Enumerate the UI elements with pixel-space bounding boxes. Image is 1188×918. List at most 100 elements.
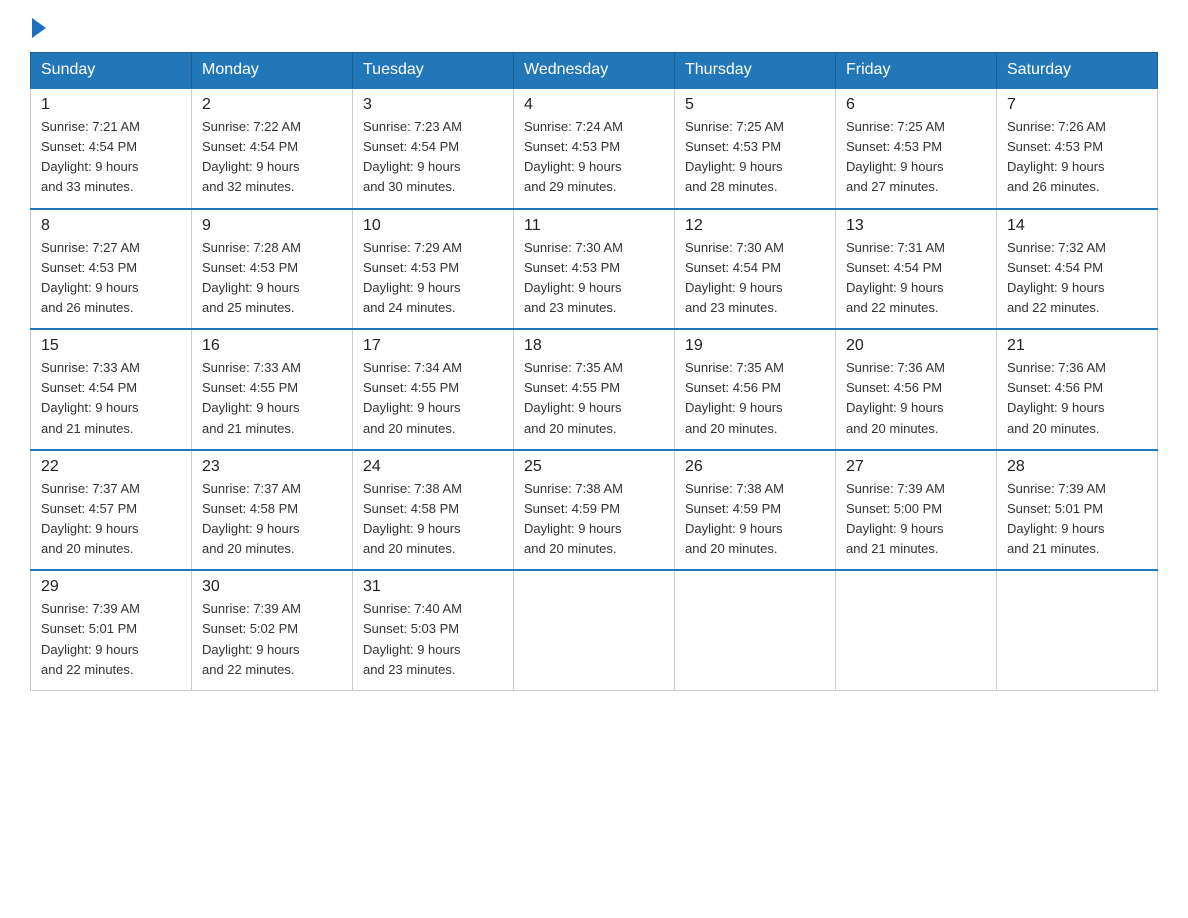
day-info: Sunrise: 7:25 AM Sunset: 4:53 PM Dayligh… <box>846 117 986 198</box>
day-number: 22 <box>41 458 181 476</box>
day-info: Sunrise: 7:32 AM Sunset: 4:54 PM Dayligh… <box>1007 238 1147 319</box>
calendar-cell: 28 Sunrise: 7:39 AM Sunset: 5:01 PM Dayl… <box>997 450 1158 571</box>
header-saturday: Saturday <box>997 53 1158 89</box>
day-number: 20 <box>846 337 986 355</box>
calendar-cell: 14 Sunrise: 7:32 AM Sunset: 4:54 PM Dayl… <box>997 209 1158 330</box>
calendar-cell: 29 Sunrise: 7:39 AM Sunset: 5:01 PM Dayl… <box>31 570 192 690</box>
logo-arrow-icon <box>32 18 46 38</box>
day-info: Sunrise: 7:35 AM Sunset: 4:55 PM Dayligh… <box>524 358 664 439</box>
calendar-cell: 9 Sunrise: 7:28 AM Sunset: 4:53 PM Dayli… <box>192 209 353 330</box>
calendar-cell <box>836 570 997 690</box>
header-thursday: Thursday <box>675 53 836 89</box>
day-info: Sunrise: 7:33 AM Sunset: 4:54 PM Dayligh… <box>41 358 181 439</box>
calendar-cell: 23 Sunrise: 7:37 AM Sunset: 4:58 PM Dayl… <box>192 450 353 571</box>
day-info: Sunrise: 7:33 AM Sunset: 4:55 PM Dayligh… <box>202 358 342 439</box>
day-number: 25 <box>524 458 664 476</box>
calendar-cell: 8 Sunrise: 7:27 AM Sunset: 4:53 PM Dayli… <box>31 209 192 330</box>
day-number: 21 <box>1007 337 1147 355</box>
day-info: Sunrise: 7:36 AM Sunset: 4:56 PM Dayligh… <box>846 358 986 439</box>
calendar-cell: 26 Sunrise: 7:38 AM Sunset: 4:59 PM Dayl… <box>675 450 836 571</box>
day-number: 29 <box>41 578 181 596</box>
calendar-cell: 21 Sunrise: 7:36 AM Sunset: 4:56 PM Dayl… <box>997 329 1158 450</box>
day-info: Sunrise: 7:35 AM Sunset: 4:56 PM Dayligh… <box>685 358 825 439</box>
day-number: 10 <box>363 217 503 235</box>
day-number: 30 <box>202 578 342 596</box>
calendar-cell: 10 Sunrise: 7:29 AM Sunset: 4:53 PM Dayl… <box>353 209 514 330</box>
day-info: Sunrise: 7:39 AM Sunset: 5:01 PM Dayligh… <box>1007 479 1147 560</box>
calendar-cell: 7 Sunrise: 7:26 AM Sunset: 4:53 PM Dayli… <box>997 88 1158 209</box>
day-number: 27 <box>846 458 986 476</box>
calendar-cell: 12 Sunrise: 7:30 AM Sunset: 4:54 PM Dayl… <box>675 209 836 330</box>
day-info: Sunrise: 7:24 AM Sunset: 4:53 PM Dayligh… <box>524 117 664 198</box>
day-info: Sunrise: 7:29 AM Sunset: 4:53 PM Dayligh… <box>363 238 503 319</box>
calendar-cell: 30 Sunrise: 7:39 AM Sunset: 5:02 PM Dayl… <box>192 570 353 690</box>
calendar-cell: 13 Sunrise: 7:31 AM Sunset: 4:54 PM Dayl… <box>836 209 997 330</box>
page-header <box>30 20 1158 34</box>
day-info: Sunrise: 7:40 AM Sunset: 5:03 PM Dayligh… <box>363 599 503 680</box>
day-info: Sunrise: 7:38 AM Sunset: 4:58 PM Dayligh… <box>363 479 503 560</box>
week-row-4: 22 Sunrise: 7:37 AM Sunset: 4:57 PM Dayl… <box>31 450 1158 571</box>
day-number: 1 <box>41 96 181 114</box>
day-info: Sunrise: 7:27 AM Sunset: 4:53 PM Dayligh… <box>41 238 181 319</box>
calendar-cell <box>514 570 675 690</box>
day-number: 14 <box>1007 217 1147 235</box>
day-number: 19 <box>685 337 825 355</box>
calendar-cell: 19 Sunrise: 7:35 AM Sunset: 4:56 PM Dayl… <box>675 329 836 450</box>
week-row-1: 1 Sunrise: 7:21 AM Sunset: 4:54 PM Dayli… <box>31 88 1158 209</box>
calendar-cell: 15 Sunrise: 7:33 AM Sunset: 4:54 PM Dayl… <box>31 329 192 450</box>
calendar-cell: 24 Sunrise: 7:38 AM Sunset: 4:58 PM Dayl… <box>353 450 514 571</box>
calendar-table: SundayMondayTuesdayWednesdayThursdayFrid… <box>30 52 1158 691</box>
calendar-header-row: SundayMondayTuesdayWednesdayThursdayFrid… <box>31 53 1158 89</box>
day-info: Sunrise: 7:26 AM Sunset: 4:53 PM Dayligh… <box>1007 117 1147 198</box>
calendar-cell: 1 Sunrise: 7:21 AM Sunset: 4:54 PM Dayli… <box>31 88 192 209</box>
day-info: Sunrise: 7:34 AM Sunset: 4:55 PM Dayligh… <box>363 358 503 439</box>
week-row-2: 8 Sunrise: 7:27 AM Sunset: 4:53 PM Dayli… <box>31 209 1158 330</box>
calendar-cell: 31 Sunrise: 7:40 AM Sunset: 5:03 PM Dayl… <box>353 570 514 690</box>
calendar-cell: 25 Sunrise: 7:38 AM Sunset: 4:59 PM Dayl… <box>514 450 675 571</box>
day-info: Sunrise: 7:30 AM Sunset: 4:54 PM Dayligh… <box>685 238 825 319</box>
day-info: Sunrise: 7:37 AM Sunset: 4:58 PM Dayligh… <box>202 479 342 560</box>
header-monday: Monday <box>192 53 353 89</box>
day-info: Sunrise: 7:22 AM Sunset: 4:54 PM Dayligh… <box>202 117 342 198</box>
day-info: Sunrise: 7:28 AM Sunset: 4:53 PM Dayligh… <box>202 238 342 319</box>
header-sunday: Sunday <box>31 53 192 89</box>
header-wednesday: Wednesday <box>514 53 675 89</box>
day-info: Sunrise: 7:39 AM Sunset: 5:01 PM Dayligh… <box>41 599 181 680</box>
day-number: 6 <box>846 96 986 114</box>
day-number: 4 <box>524 96 664 114</box>
header-tuesday: Tuesday <box>353 53 514 89</box>
day-number: 13 <box>846 217 986 235</box>
calendar-cell: 20 Sunrise: 7:36 AM Sunset: 4:56 PM Dayl… <box>836 329 997 450</box>
day-number: 28 <box>1007 458 1147 476</box>
calendar-cell <box>675 570 836 690</box>
day-info: Sunrise: 7:23 AM Sunset: 4:54 PM Dayligh… <box>363 117 503 198</box>
calendar-cell: 17 Sunrise: 7:34 AM Sunset: 4:55 PM Dayl… <box>353 329 514 450</box>
day-info: Sunrise: 7:38 AM Sunset: 4:59 PM Dayligh… <box>524 479 664 560</box>
calendar-cell: 11 Sunrise: 7:30 AM Sunset: 4:53 PM Dayl… <box>514 209 675 330</box>
day-number: 17 <box>363 337 503 355</box>
calendar-cell: 4 Sunrise: 7:24 AM Sunset: 4:53 PM Dayli… <box>514 88 675 209</box>
calendar-cell: 27 Sunrise: 7:39 AM Sunset: 5:00 PM Dayl… <box>836 450 997 571</box>
day-number: 15 <box>41 337 181 355</box>
day-info: Sunrise: 7:39 AM Sunset: 5:00 PM Dayligh… <box>846 479 986 560</box>
day-number: 26 <box>685 458 825 476</box>
day-number: 2 <box>202 96 342 114</box>
day-number: 7 <box>1007 96 1147 114</box>
week-row-3: 15 Sunrise: 7:33 AM Sunset: 4:54 PM Dayl… <box>31 329 1158 450</box>
day-info: Sunrise: 7:37 AM Sunset: 4:57 PM Dayligh… <box>41 479 181 560</box>
day-number: 8 <box>41 217 181 235</box>
calendar-cell: 18 Sunrise: 7:35 AM Sunset: 4:55 PM Dayl… <box>514 329 675 450</box>
calendar-cell: 22 Sunrise: 7:37 AM Sunset: 4:57 PM Dayl… <box>31 450 192 571</box>
day-number: 18 <box>524 337 664 355</box>
day-number: 24 <box>363 458 503 476</box>
day-number: 16 <box>202 337 342 355</box>
calendar-cell: 2 Sunrise: 7:22 AM Sunset: 4:54 PM Dayli… <box>192 88 353 209</box>
week-row-5: 29 Sunrise: 7:39 AM Sunset: 5:01 PM Dayl… <box>31 570 1158 690</box>
calendar-cell: 16 Sunrise: 7:33 AM Sunset: 4:55 PM Dayl… <box>192 329 353 450</box>
day-number: 9 <box>202 217 342 235</box>
day-info: Sunrise: 7:39 AM Sunset: 5:02 PM Dayligh… <box>202 599 342 680</box>
calendar-cell: 6 Sunrise: 7:25 AM Sunset: 4:53 PM Dayli… <box>836 88 997 209</box>
day-info: Sunrise: 7:36 AM Sunset: 4:56 PM Dayligh… <box>1007 358 1147 439</box>
day-info: Sunrise: 7:30 AM Sunset: 4:53 PM Dayligh… <box>524 238 664 319</box>
day-number: 23 <box>202 458 342 476</box>
